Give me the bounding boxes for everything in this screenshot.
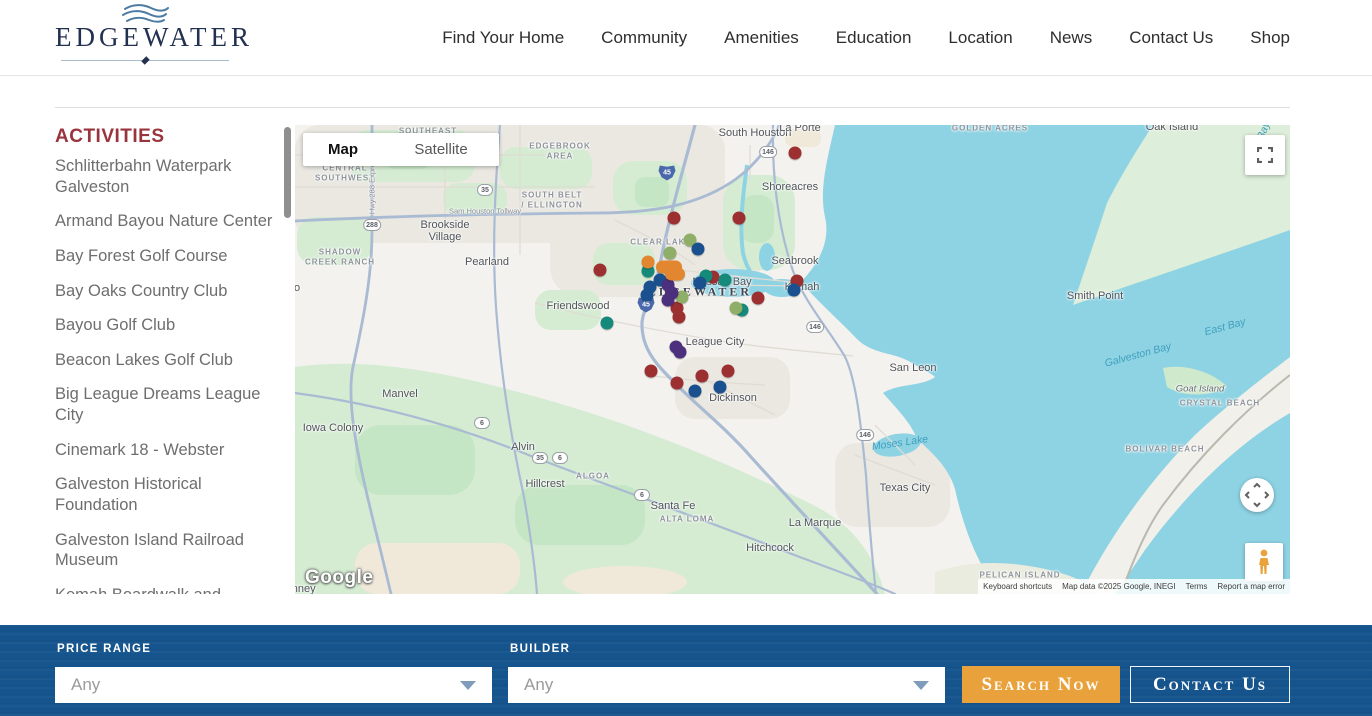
activities-heading: ACTIVITIES	[55, 126, 277, 148]
map-marker-blue[interactable]	[694, 277, 707, 290]
map-type-button-map[interactable]: Map	[303, 141, 383, 158]
map-type-button-satellite[interactable]: Satellite	[383, 141, 499, 158]
map-marker-orange[interactable]	[665, 268, 685, 281]
builder-label: BUILDER	[510, 643, 570, 655]
map-marker-purple[interactable]	[674, 346, 687, 359]
map-marker-red[interactable]	[594, 264, 607, 277]
map-marker-teal[interactable]	[601, 317, 614, 330]
map-marker-orange[interactable]	[642, 256, 655, 269]
content-divider	[55, 107, 1290, 108]
map-marker-blue[interactable]	[714, 381, 727, 394]
page: EDGEWATER Find Your Home Community Ameniti…	[0, 0, 1372, 716]
map-attribution: Keyboard shortcutsMap data ©2025 Google,…	[978, 579, 1290, 594]
activities-list: Schlitterbahn Waterpark Galveston Armand …	[55, 156, 277, 594]
map-marker-red[interactable]	[789, 147, 802, 160]
map-marker-red[interactable]	[645, 365, 658, 378]
map-marker-red[interactable]	[671, 377, 684, 390]
search-now-button[interactable]: Search Now	[962, 666, 1120, 703]
map-marker-blue[interactable]	[788, 284, 801, 297]
map-marker-red[interactable]	[733, 212, 746, 225]
map-type-control: Map Satellite	[303, 133, 499, 166]
fullscreen-icon	[1257, 147, 1273, 163]
map-marker-olive[interactable]	[730, 302, 743, 315]
activity-item-galveston-island-railroad-museum[interactable]: Galveston Island Railroad Museum	[55, 530, 277, 571]
price-range-label: PRICE RANGE	[57, 643, 151, 655]
nav-amenities[interactable]: Amenities	[724, 28, 799, 48]
price-range-value: Any	[71, 675, 100, 695]
logo-wordmark: EDGEWATER	[55, 22, 235, 53]
map-marker-red[interactable]	[668, 212, 681, 225]
search-bar: PRICE RANGE Any BUILDER Any Search Now C…	[0, 625, 1372, 716]
price-range-select[interactable]: Any	[55, 667, 492, 703]
contact-us-button[interactable]: Contact Us	[1130, 666, 1290, 703]
nav-find-your-home[interactable]: Find Your Home	[442, 28, 564, 48]
attribution-keyboard-shortcuts[interactable]: Keyboard shortcuts	[978, 579, 1057, 594]
activity-item-schlitterbahn-waterpark-galveston[interactable]: Schlitterbahn Waterpark Galveston	[55, 156, 277, 197]
activities-sidebar: ACTIVITIES Schlitterbahn Waterpark Galve…	[55, 120, 277, 594]
logo-waves-icon	[121, 3, 169, 23]
activity-item-bayou-golf-club[interactable]: Bayou Golf Club	[55, 315, 277, 336]
map-marker-blue[interactable]	[641, 289, 654, 302]
nav-education[interactable]: Education	[836, 28, 912, 48]
activity-item-big-league-dreams-league-city[interactable]: Big League Dreams League City	[55, 384, 277, 425]
pan-control[interactable]	[1240, 478, 1274, 512]
nav-location[interactable]: Location	[948, 28, 1012, 48]
nav-community[interactable]: Community	[601, 28, 687, 48]
logo-rule	[61, 60, 229, 61]
nav-shop[interactable]: Shop	[1250, 28, 1290, 48]
activity-item-bay-forest-golf-course[interactable]: Bay Forest Golf Course	[55, 246, 277, 267]
activity-item-galveston-historical-foundation[interactable]: Galveston Historical Foundation	[55, 474, 277, 515]
map-marker-blue[interactable]	[689, 385, 702, 398]
activity-item-kemah-boardwalk-and-waterfront[interactable]: Kemah Boardwalk and Waterfront	[55, 585, 277, 594]
builder-select[interactable]: Any	[508, 667, 945, 703]
sidebar-scrollbar[interactable]	[284, 127, 291, 218]
attribution-map-data-2025-google-inegi: Map data ©2025 Google, INEGI	[1057, 579, 1181, 594]
activity-item-bay-oaks-country-club[interactable]: Bay Oaks Country Club	[55, 281, 277, 302]
nav-contact-us[interactable]: Contact Us	[1129, 28, 1213, 48]
activity-item-armand-bayou-nature-center[interactable]: Armand Bayou Nature Center	[55, 211, 277, 232]
map-marker-red[interactable]	[696, 370, 709, 383]
map-canvas[interactable]: SOUTHEASTHOUSTONGOLDEN ACRESEDGEBROOKARE…	[295, 125, 1290, 594]
logo[interactable]: EDGEWATER	[55, 2, 235, 68]
map-marker-olive[interactable]	[664, 247, 677, 260]
map-marker-red[interactable]	[673, 311, 686, 324]
map-marker-purple[interactable]	[662, 294, 675, 307]
activity-item-cinemark-18-webster[interactable]: Cinemark 18 - Webster	[55, 440, 277, 461]
nav-news[interactable]: News	[1050, 28, 1093, 48]
attribution-report-a-map-error[interactable]: Report a map error	[1212, 579, 1290, 594]
fullscreen-button[interactable]	[1245, 135, 1285, 175]
map-marker-blue[interactable]	[692, 243, 705, 256]
pan-arrows-icon	[1244, 482, 1270, 508]
chevron-down-icon	[913, 681, 929, 690]
main-nav: Find Your Home Community Amenities Educatio…	[442, 0, 1290, 76]
builder-value: Any	[524, 675, 553, 695]
pegman-icon	[1257, 549, 1271, 575]
chevron-down-icon	[460, 681, 476, 690]
google-logo[interactable]: Google	[305, 567, 373, 589]
site-header: EDGEWATER Find Your Home Community Ameniti…	[0, 0, 1372, 76]
logo-diamond	[141, 56, 149, 64]
activity-item-beacon-lakes-golf-club[interactable]: Beacon Lakes Golf Club	[55, 350, 277, 371]
street-view-pegman[interactable]	[1245, 543, 1283, 581]
map-marker-red[interactable]	[752, 292, 765, 305]
map-marker-red[interactable]	[722, 365, 735, 378]
map-terrain	[295, 125, 1290, 594]
attribution-terms[interactable]: Terms	[1181, 579, 1213, 594]
map-marker-teal[interactable]	[719, 274, 732, 287]
